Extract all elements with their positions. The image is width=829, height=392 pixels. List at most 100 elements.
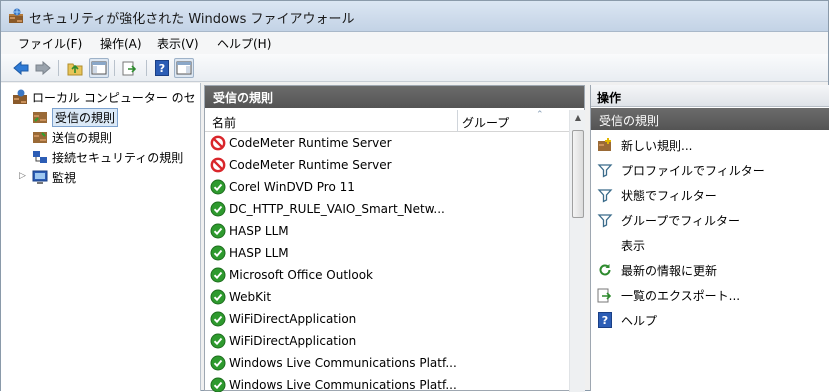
firewall-window: セキュリティが強化された Windows ファイアウォール ファイル(F) 操作… xyxy=(0,0,829,392)
window-title: セキュリティが強化された Windows ファイアウォール xyxy=(29,12,355,27)
action-item[interactable]: グループでフィルター xyxy=(597,209,740,231)
refresh-icon xyxy=(599,264,611,276)
outbound-rules-icon xyxy=(33,132,47,143)
action-label: 状態でフィルター xyxy=(621,188,717,203)
actions-subheader[interactable]: 受信の規則 xyxy=(591,108,829,130)
toolbar-separator xyxy=(114,60,115,76)
title-bar[interactable]: セキュリティが強化された Windows ファイアウォール xyxy=(1,1,828,32)
svg-text:?: ? xyxy=(159,62,165,75)
table-row[interactable]: CodeMeter Runtime Server xyxy=(210,154,392,176)
expand-arrow-icon[interactable]: ▷ xyxy=(19,171,27,181)
actions-pane: 操作 受信の規則 新しい規則... プロファイルでフィルター 状態でフィルターグルー… xyxy=(590,85,829,391)
svg-text:?: ? xyxy=(602,314,608,327)
action-label: 最新の情報に更新 xyxy=(621,263,718,278)
allowed-check-icon xyxy=(210,289,226,305)
blocked-icon xyxy=(210,157,226,173)
tree-item-monitoring[interactable]: 監視 xyxy=(32,167,76,187)
toolbar: ? xyxy=(1,54,828,82)
action-icon-slot xyxy=(597,162,613,178)
action-item[interactable]: プロファイルでフィルター xyxy=(597,159,765,181)
action-label: ヘルプ xyxy=(621,313,658,328)
allowed-check-icon xyxy=(210,267,226,283)
rule-name: WebKit xyxy=(229,290,272,304)
vertical-scrollbar[interactable]: ▲ xyxy=(569,110,585,392)
rules-pane-header: 受信の規則 xyxy=(205,86,584,108)
forward-icon[interactable] xyxy=(33,58,53,78)
inbound-rules-icon xyxy=(33,112,47,123)
toolbar-separator xyxy=(146,60,147,76)
rule-name: DC_HTTP_RULE_VAIO_Smart_Netw... xyxy=(229,202,445,216)
tree-root-label: ローカル コンピューター のセ xyxy=(32,90,196,105)
rule-name: Microsoft Office Outlook xyxy=(229,268,373,282)
up-folder-icon[interactable] xyxy=(65,58,85,78)
table-row[interactable]: Corel WinDVD Pro 11 xyxy=(210,176,355,198)
rules-list: CodeMeter Runtime Server CodeMeter Runtim… xyxy=(205,132,569,392)
tree-item-inbound-rules[interactable]: 受信の規則 xyxy=(32,107,119,127)
action-icon-slot xyxy=(597,212,613,228)
tree-item-outbound-rules[interactable]: 送信の規則 xyxy=(32,127,112,147)
filter-icon xyxy=(597,164,613,178)
menu-help[interactable]: ヘルプ(H) xyxy=(217,35,271,52)
table-row[interactable]: CodeMeter Runtime Server xyxy=(210,132,392,154)
action-label: プロファイルでフィルター xyxy=(621,163,765,178)
action-icon-slot xyxy=(597,287,613,303)
show-hide-action-pane-icon[interactable] xyxy=(174,58,194,78)
rule-name: HASP LLM xyxy=(229,224,289,238)
rule-name: CodeMeter Runtime Server xyxy=(229,136,392,150)
tree-item-connection-security[interactable]: 接続セキュリティの規則 xyxy=(32,147,183,167)
filter-icon xyxy=(597,189,613,203)
action-item[interactable]: 表示 xyxy=(597,234,645,256)
help-icon: ? xyxy=(598,312,612,328)
tree-item-label: 受信の規則 xyxy=(52,107,119,127)
scrollbar-thumb[interactable] xyxy=(572,130,584,218)
column-headers: 名前 グループ ⌃ xyxy=(205,110,569,132)
tree-item-label: 監視 xyxy=(52,170,77,185)
action-label: 表示 xyxy=(621,238,646,253)
table-row[interactable]: WiFiDirectApplication xyxy=(210,330,356,352)
allowed-check-icon xyxy=(210,223,226,239)
rule-name: Corel WinDVD Pro 11 xyxy=(229,180,355,194)
menu-action[interactable]: 操作(A) xyxy=(100,35,142,52)
allowed-check-icon xyxy=(210,201,226,217)
action-item[interactable]: ? ヘルプ xyxy=(597,309,657,331)
menu-view[interactable]: 表示(V) xyxy=(157,35,199,52)
rule-name: Windows Live Communications Platf... xyxy=(229,378,457,392)
back-icon[interactable] xyxy=(11,58,31,78)
tree-root[interactable]: ローカル コンピューター のセ xyxy=(12,87,196,107)
table-row[interactable]: Microsoft Office Outlook xyxy=(210,264,373,286)
sort-arrow-icon: ⌃ xyxy=(536,110,544,120)
table-row[interactable]: Windows Live Communications Platf... xyxy=(210,374,457,392)
actions-header: 操作 xyxy=(591,85,829,107)
table-row[interactable]: HASP LLM xyxy=(210,242,289,264)
table-row[interactable]: WebKit xyxy=(210,286,271,308)
export-list-icon[interactable] xyxy=(120,58,140,78)
column-header-group[interactable]: グループ xyxy=(462,114,509,131)
firewall-root-icon xyxy=(13,89,27,104)
allowed-check-icon xyxy=(210,245,226,261)
action-label: 一覧のエクスポート... xyxy=(621,288,741,303)
table-row[interactable]: DC_HTTP_RULE_VAIO_Smart_Netw... xyxy=(210,198,445,220)
show-hide-tree-icon[interactable] xyxy=(89,58,109,78)
monitoring-icon xyxy=(32,170,48,184)
action-icon-slot xyxy=(597,137,613,153)
help-icon[interactable]: ? xyxy=(152,58,172,78)
column-header-name[interactable]: 名前 xyxy=(212,114,236,131)
connection-security-icon xyxy=(33,151,47,163)
rule-name: HASP LLM xyxy=(229,246,289,260)
action-item[interactable]: 一覧のエクスポート... xyxy=(597,284,740,306)
action-item[interactable]: 新しい規則... xyxy=(597,134,692,156)
action-icon-slot xyxy=(597,187,613,203)
tree-item-label: 送信の規則 xyxy=(52,130,113,145)
menu-file[interactable]: ファイル(F) xyxy=(18,35,82,52)
table-row[interactable]: WiFiDirectApplication xyxy=(210,308,356,330)
scroll-up-arrow-icon[interactable]: ▲ xyxy=(570,110,586,126)
console-tree: ローカル コンピューター のセ 受信の規則 送信の規則 接続セキュリティの規則 … xyxy=(1,83,201,391)
action-icon-slot xyxy=(597,237,613,253)
table-row[interactable]: HASP LLM xyxy=(210,220,289,242)
action-item[interactable]: 状態でフィルター xyxy=(597,184,717,206)
table-row[interactable]: Windows Live Communications Platf... xyxy=(210,352,457,374)
action-item[interactable]: 最新の情報に更新 xyxy=(597,259,717,281)
filter-icon xyxy=(597,214,613,228)
column-divider[interactable] xyxy=(457,110,458,132)
rule-name: WiFiDirectApplication xyxy=(229,312,357,326)
